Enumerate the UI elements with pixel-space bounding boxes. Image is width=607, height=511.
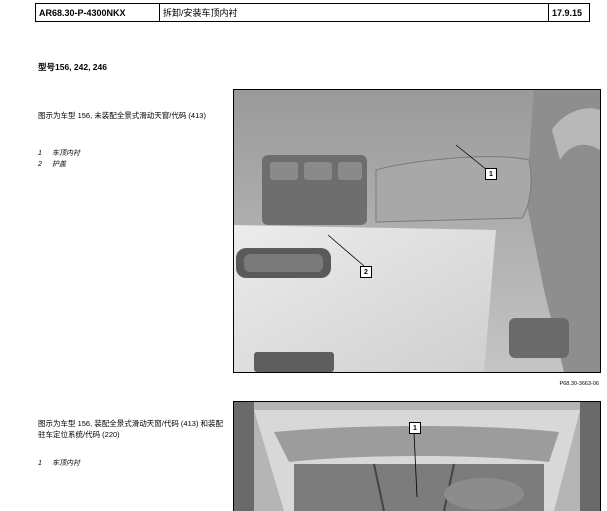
legend-item: 1 车顶内衬 (38, 460, 80, 467)
figure-2-legend: 1 车顶内衬 (38, 458, 80, 469)
figure-1-legend: 1 车顶内衬 2 护盖 (38, 148, 80, 170)
headliner-with-sunroof-illustration (234, 402, 600, 511)
figure-2-caption: 图示为车型 156, 装配全景式滑动天窗/代码 (413) 和装配驻车定位系统/… (38, 419, 224, 439)
doc-date: 17.9.15 (552, 7, 583, 18)
callout-2: 2 (360, 266, 372, 278)
figure-1-photo: 1 2 (233, 89, 601, 373)
legend-item: 2 护盖 (38, 161, 66, 168)
legend-item: 1 车顶内衬 (38, 150, 80, 157)
doc-title: 拆卸/安装车顶内衬 (160, 4, 549, 21)
figure-1-code: P68.30-3663-06 (559, 381, 599, 387)
callout-1: 1 (409, 422, 421, 434)
doc-header: AR68.30-P-4300NKX 拆卸/安装车顶内衬 17.9.15 (35, 3, 590, 22)
callout-1: 1 (485, 168, 497, 180)
model-line: 型号156, 242, 246 (38, 62, 107, 72)
figure-2-photo: 1 (233, 401, 601, 511)
doc-code: AR68.30-P-4300NKX (36, 4, 160, 21)
figure-1-caption: 图示为车型 156, 未装配全景式滑动天窗/代码 (413) (38, 111, 206, 120)
headliner-illustration (234, 90, 600, 372)
